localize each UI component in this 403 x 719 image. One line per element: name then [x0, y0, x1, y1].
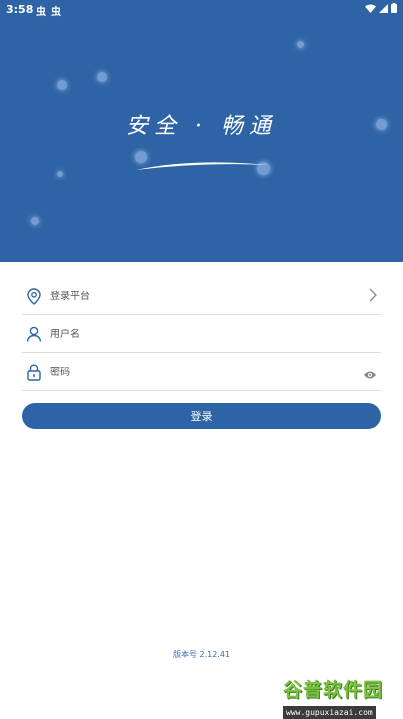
login-button[interactable]: 登录 [22, 403, 381, 429]
hero-slogan: 安全 · 畅通 [126, 114, 277, 139]
version-label: 版本号 2.12.41 [172, 650, 231, 659]
lock-icon [25, 363, 43, 381]
signal-icon [379, 3, 388, 13]
username-input[interactable] [50, 328, 340, 340]
chevron-right-icon[interactable] [369, 287, 377, 306]
notification-icon: 虫 [36, 7, 46, 18]
bokeh-dot [97, 72, 107, 82]
bokeh-dot [297, 41, 304, 48]
bokeh-dot [31, 217, 39, 225]
password-input[interactable] [50, 366, 340, 378]
password-field[interactable] [22, 354, 381, 391]
status-time: 3:58 [6, 3, 34, 16]
username-field[interactable] [22, 316, 381, 353]
hero-banner: 3:58 虫 虫 安全 · 畅通 [0, 0, 403, 262]
eye-icon[interactable] [363, 365, 377, 384]
login-form: 登录 [22, 278, 381, 429]
user-icon [25, 325, 43, 343]
battery-icon [391, 3, 397, 13]
location-pin-icon [25, 287, 43, 305]
wifi-icon [365, 4, 376, 13]
watermark: 谷普软件园 www.gupuxiazai.com [283, 679, 401, 719]
bokeh-dot [57, 171, 63, 177]
status-bar: 3:58 虫 虫 [0, 0, 403, 18]
platform-field[interactable] [22, 278, 381, 315]
watermark-title: 谷普软件园 [283, 679, 384, 701]
system-tray [365, 3, 397, 13]
bokeh-dot [57, 80, 67, 90]
slogan-underline [136, 162, 268, 170]
watermark-url: www.gupuxiazai.com [283, 706, 376, 719]
platform-input[interactable] [50, 290, 340, 302]
notification-icon: 虫 [51, 7, 61, 18]
